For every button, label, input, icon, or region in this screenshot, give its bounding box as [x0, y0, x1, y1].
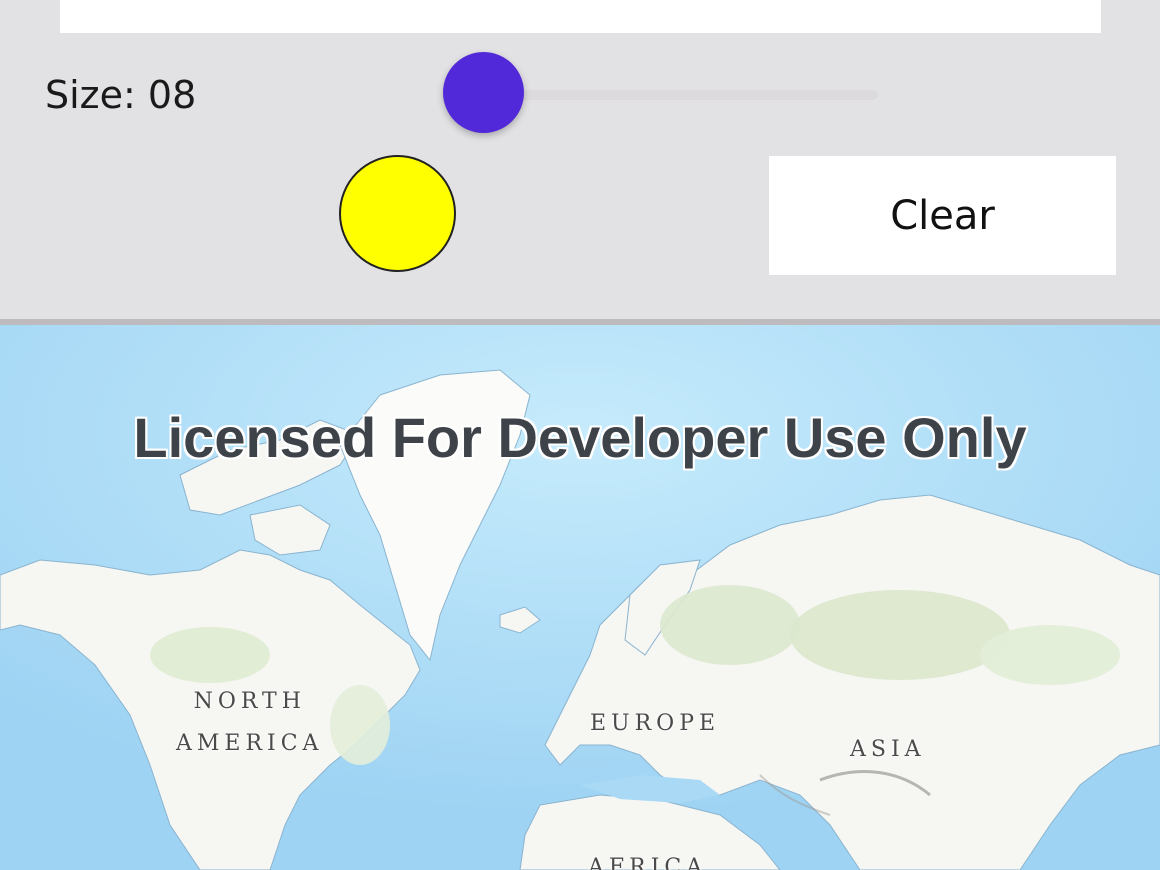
label-asia: ASIA: [850, 737, 926, 762]
size-label: Size: 08: [45, 73, 197, 117]
color-swatch-button[interactable]: [339, 155, 456, 272]
size-slider[interactable]: [443, 52, 878, 134]
map-view[interactable]: Licensed For Developer Use Only NORTH AM…: [0, 325, 1160, 870]
clear-button[interactable]: Clear: [769, 156, 1116, 275]
label-north-america-line2: AMERICA: [176, 731, 324, 756]
app-root: Size: 08 Clear Licensed For Developer Us…: [0, 0, 1160, 870]
label-north-america: NORTH AMERICA: [176, 681, 323, 765]
slider-track[interactable]: [483, 90, 878, 100]
controls-panel: Size: 08 Clear: [0, 0, 1160, 321]
label-north-america-line1: NORTH: [193, 689, 306, 714]
top-input-field[interactable]: [60, 0, 1101, 33]
slider-thumb[interactable]: [443, 52, 524, 133]
label-europe: EUROPE: [590, 711, 721, 736]
label-africa: AFRICA: [588, 855, 708, 870]
basemap: [0, 325, 1160, 870]
